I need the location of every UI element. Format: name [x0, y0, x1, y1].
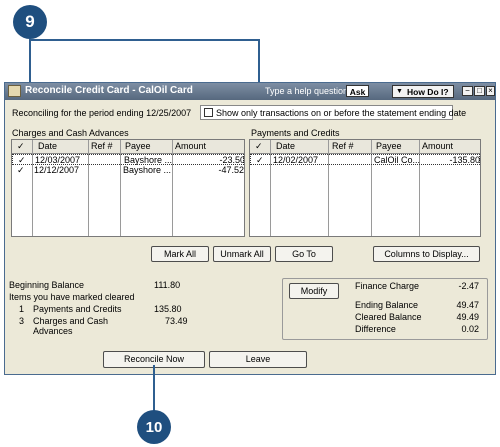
window-icon	[8, 85, 21, 97]
leave-button[interactable]: Leave	[209, 351, 307, 368]
payments-header-payee[interactable]: Payee	[376, 141, 402, 151]
close-button[interactable]: ×	[486, 86, 495, 96]
how-do-i-label: How Do I?	[407, 87, 449, 97]
payments-header-ref[interactable]: Ref #	[332, 141, 354, 151]
row-date: 12/02/2007	[273, 155, 319, 165]
help-question-label: Type a help question	[265, 86, 349, 96]
table-row[interactable]: ✓ 12/03/2007 Bayshore ... -23.50	[12, 154, 244, 165]
payments-header-date[interactable]: Date	[276, 141, 295, 151]
title-bar[interactable]: Reconcile Credit Card - CalOil Card Type…	[5, 83, 495, 100]
row-check[interactable]: ✓	[17, 165, 25, 176]
payments-count: 1	[19, 304, 25, 314]
payments-section-label: Payments and Credits	[251, 128, 340, 138]
callout-10-line	[153, 365, 155, 413]
charges-table[interactable]: ✓ Date Ref # Payee Amount ✓ 12/03/2007 B…	[11, 139, 245, 237]
ending-balance-value: 49.47	[456, 300, 479, 310]
restore-button[interactable]: □	[474, 86, 485, 96]
row-date: 12/12/2007	[34, 165, 80, 175]
row-amount: -23.50	[219, 155, 245, 165]
payments-header-check[interactable]: ✓	[255, 141, 263, 152]
ending-balance-label: Ending Balance	[355, 300, 419, 310]
window-title: Reconcile Credit Card - CalOil Card	[25, 85, 193, 96]
difference-value: 0.02	[461, 324, 479, 334]
charges-section-label: Charges and Cash Advances	[12, 128, 129, 138]
totals-panel: Modify Finance Charge -2.47 Ending Balan…	[282, 278, 488, 340]
callout-9-line-horizontal	[30, 39, 259, 41]
charges-header-amount[interactable]: Amount	[175, 141, 206, 151]
mark-all-button[interactable]: Mark All	[151, 246, 209, 262]
chevron-down-icon: ▼	[396, 88, 403, 95]
charges-cleared-label-2: Advances	[33, 326, 73, 336]
table-row[interactable]: ✓ 12/02/2007 CalOil Co... -135.80	[250, 154, 480, 165]
beginning-balance-value: 111.80	[154, 280, 181, 290]
reconcile-window: Reconcile Credit Card - CalOil Card Type…	[4, 82, 496, 375]
show-only-checkbox[interactable]	[204, 108, 213, 117]
row-payee: Bayshore ...	[124, 155, 173, 165]
charges-header-payee[interactable]: Payee	[125, 141, 151, 151]
row-check[interactable]: ✓	[256, 155, 264, 166]
ask-button[interactable]: Ask	[346, 85, 369, 97]
marked-cleared-label: Items you have marked cleared	[9, 292, 135, 302]
row-date: 12/03/2007	[35, 155, 81, 165]
show-only-option[interactable]: Show only transactions on or before the …	[200, 105, 466, 120]
row-amount: -135.80	[449, 155, 480, 165]
show-only-label: Show only transactions on or before the …	[216, 108, 467, 118]
modify-button[interactable]: Modify	[289, 283, 339, 299]
charges-cleared-value: 73.49	[165, 316, 188, 326]
payments-table[interactable]: ✓ Date Ref # Payee Amount ✓ 12/02/2007 C…	[249, 139, 481, 237]
cleared-balance-label: Cleared Balance	[355, 312, 422, 322]
payments-cleared-label: Payments and Credits	[33, 304, 122, 314]
how-do-i-button[interactable]: ▼ How Do I?	[392, 85, 454, 98]
charges-table-header: ✓ Date Ref # Payee Amount	[12, 140, 244, 154]
row-payee: Bayshore ...	[123, 165, 172, 175]
payments-table-header: ✓ Date Ref # Payee Amount	[250, 140, 480, 154]
callout-10: 10	[137, 410, 171, 444]
period-text: Reconciling for the period ending 12/25/…	[12, 108, 192, 118]
charges-count: 3	[19, 316, 25, 326]
finance-charge-label: Finance Charge	[355, 281, 420, 291]
row-payee: CalOil Co...	[374, 155, 421, 165]
payments-cleared-value: 135.80	[154, 304, 182, 314]
beginning-balance-label: Beginning Balance	[9, 280, 85, 290]
table-row[interactable]: ✓ 12/12/2007 Bayshore ... -47.52	[12, 165, 244, 176]
minimize-button[interactable]: −	[462, 86, 473, 96]
columns-to-display-button[interactable]: Columns to Display...	[373, 246, 480, 262]
charges-cleared-label: Charges and Cash	[33, 316, 109, 326]
charges-header-date[interactable]: Date	[38, 141, 57, 151]
charges-header-ref[interactable]: Ref #	[91, 141, 113, 151]
cleared-balance-value: 49.49	[456, 312, 479, 322]
row-amount: -47.52	[218, 165, 244, 175]
callout-9: 9	[13, 5, 47, 39]
payments-header-amount[interactable]: Amount	[422, 141, 453, 151]
charges-header-check[interactable]: ✓	[17, 141, 25, 152]
finance-charge-value: -2.47	[458, 281, 479, 291]
difference-label: Difference	[355, 324, 396, 334]
go-to-button[interactable]: Go To	[275, 246, 333, 262]
unmark-all-button[interactable]: Unmark All	[213, 246, 271, 262]
